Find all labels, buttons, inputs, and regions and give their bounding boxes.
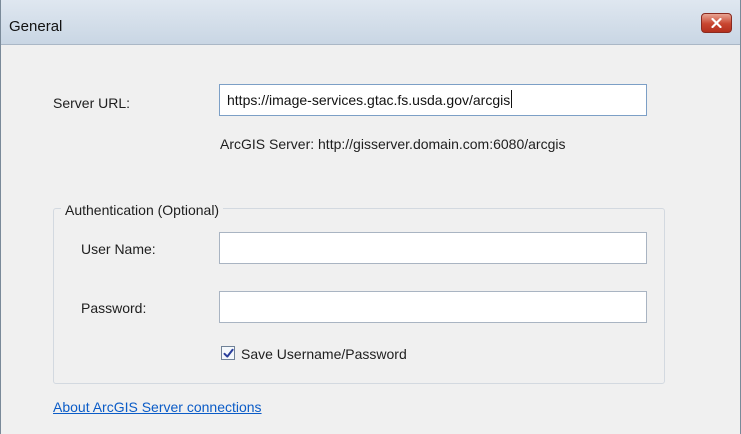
server-url-input[interactable]: https://image-services.gtac.fs.usda.gov/…: [219, 84, 647, 116]
save-credentials-checkbox[interactable]: [221, 346, 235, 360]
text-caret: [511, 90, 513, 108]
password-label: Password:: [81, 300, 147, 316]
save-credentials-label[interactable]: Save Username/Password: [241, 346, 407, 362]
close-x-icon: [711, 18, 722, 28]
username-label: User Name:: [81, 241, 156, 257]
server-url-label: Server URL:: [53, 95, 131, 111]
server-url-value: https://image-services.gtac.fs.usda.gov/…: [227, 92, 511, 108]
close-button[interactable]: [701, 13, 732, 33]
title-bar[interactable]: General: [1, 0, 740, 45]
username-input[interactable]: [219, 232, 647, 264]
checkmark-icon: [223, 348, 234, 358]
authentication-group-label: Authentication (Optional): [61, 202, 224, 218]
server-url-example-hint: ArcGIS Server: http://gisserver.domain.c…: [220, 136, 566, 152]
dialog-window: General Server URL: https://image-servic…: [0, 0, 741, 434]
password-input[interactable]: [219, 291, 647, 323]
about-arcgis-server-link[interactable]: About ArcGIS Server connections: [53, 399, 262, 415]
dialog-title: General: [9, 18, 63, 35]
